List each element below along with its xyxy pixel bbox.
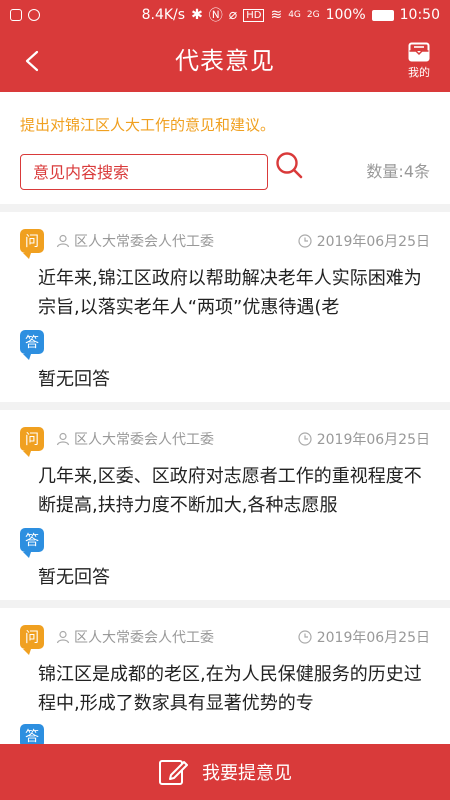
- opinion-card[interactable]: 问 区人大常委会人代工委 2019年06月25日 几年来,区委、区政府对志愿者工…: [0, 410, 450, 600]
- submitter-name: 区人大常委会人代工委: [74, 432, 214, 448]
- submit-opinion-button[interactable]: 我要提意见: [0, 744, 450, 800]
- question-badge: 问: [20, 229, 44, 259]
- clock-icon: [298, 630, 312, 644]
- signal-2g: 2G: [306, 10, 320, 20]
- clock-icon: [298, 432, 312, 446]
- status-bar: 8.4K/s ✱ Ⓝ ⌀ HD ≋ 4G 2G 100% 10:50: [0, 0, 450, 30]
- network-speed: 8.4K/s: [141, 7, 186, 23]
- card-header: 问 区人大常委会人代工委 2019年06月25日: [20, 624, 430, 655]
- date: 2019年06月25日: [298, 231, 430, 251]
- nav-bar: 代表意见 我的: [0, 30, 450, 92]
- search-button[interactable]: [274, 150, 304, 180]
- page-title: 代表意见: [175, 47, 275, 75]
- user-icon: [56, 234, 70, 248]
- card-header: 问 区人大常委会人代工委 2019年06月25日: [20, 228, 430, 259]
- opinion-content: 近年来,锦江区政府以帮助解决老年人实际困难为宗旨,以落实老年人“两项”优惠待遇(…: [38, 268, 422, 318]
- submitter: 区人大常委会人代工委: [56, 231, 214, 251]
- submitter: 区人大常委会人代工委: [56, 429, 214, 449]
- battery-icon: [371, 9, 394, 21]
- result-count: 数量:4条: [366, 162, 430, 181]
- card-header: 问 区人大常委会人代工委 2019年06月25日: [20, 426, 430, 457]
- question-badge: 问: [20, 625, 44, 655]
- user-icon: [56, 432, 70, 446]
- signal-4g: 4G: [288, 10, 301, 20]
- date: 2019年06月25日: [298, 627, 430, 647]
- edit-icon: [159, 760, 188, 785]
- date-text: 2019年06月25日: [316, 630, 430, 646]
- answer-text: 暂无回答: [38, 567, 110, 588]
- user-icon: [56, 630, 70, 644]
- prompt-text: 提出对锦江区人大工作的意见和建议。: [20, 116, 276, 134]
- search-input[interactable]: [20, 154, 268, 190]
- cloud-icon: [28, 9, 40, 21]
- header-panel: 提出对锦江区人大工作的意见和建议。 数量:4条: [0, 92, 450, 204]
- bluetooth-icon: ✱: [191, 7, 203, 23]
- answer-text: 暂无回答: [38, 369, 110, 390]
- mute-icon: ⌀: [228, 7, 238, 23]
- submitter-name: 区人大常委会人代工委: [74, 234, 214, 250]
- opinion-content: 锦江区是成都的老区,在为人民保健服务的历史过程中,形成了数家具有显著优势的专: [38, 664, 422, 714]
- mine-label: 我的: [408, 66, 430, 79]
- opinion-content: 几年来,区委、区政府对志愿者工作的重视程度不断提高,扶持力度不断加大,各种志愿服: [38, 466, 422, 516]
- inbox-icon: [408, 42, 430, 62]
- question-badge: 问: [20, 427, 44, 457]
- notification-icon: [10, 9, 22, 21]
- clock-icon: [298, 234, 312, 248]
- hd-icon: HD: [243, 8, 265, 22]
- nfc-icon: Ⓝ: [208, 8, 223, 24]
- date-text: 2019年06月25日: [316, 234, 430, 250]
- answer-badge: 答: [20, 528, 44, 558]
- battery-percent: 100%: [325, 7, 366, 23]
- submitter-name: 区人大常委会人代工委: [74, 630, 214, 646]
- search-icon: [276, 152, 303, 179]
- wifi-icon: ≋: [270, 7, 283, 23]
- mine-button[interactable]: 我的: [402, 42, 436, 82]
- clock: 10:50: [399, 7, 440, 23]
- submitter: 区人大常委会人代工委: [56, 627, 214, 647]
- date: 2019年06月25日: [298, 429, 430, 449]
- opinion-card[interactable]: 问 区人大常委会人代工委 2019年06月25日 近年来,锦江区政府以帮助解决老…: [0, 212, 450, 402]
- answer-badge: 答: [20, 330, 44, 360]
- submit-opinion-label: 我要提意见: [202, 763, 292, 784]
- date-text: 2019年06月25日: [316, 432, 430, 448]
